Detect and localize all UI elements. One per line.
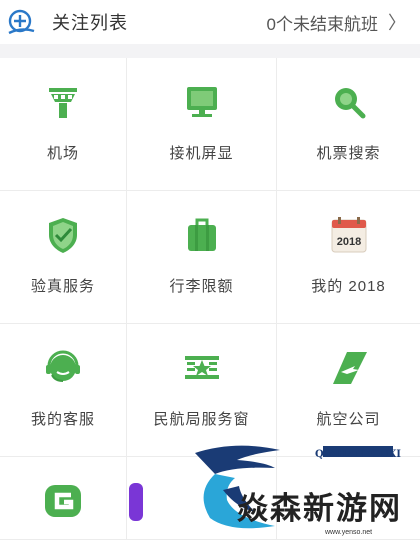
grid-item-label: 航空公司 [316,411,381,428]
watermark-en-text: QINHANYOUXI [315,449,401,460]
grid-item-label: 我的 2018 [311,278,386,295]
caac-emblem-icon [184,356,219,379]
grid-item-g-app[interactable] [0,457,127,540]
calendar-badge-text: 2018 [336,236,360,248]
flight-follow-icon[interactable] [6,8,36,38]
unfinished-flights-count: 0个未结束航班 [266,14,378,34]
grid-item-my-2018[interactable]: 2018 我的 2018 [277,191,420,324]
grid-item-airport[interactable]: 机场 [0,58,127,191]
chevron-right-icon: 〉 [388,13,406,33]
grid-item-ticket-search[interactable]: 机票搜索 [277,58,420,191]
headset-icon [46,350,80,382]
grid-item-label: 验真服务 [30,278,95,295]
airline-tail-icon [332,352,367,384]
grid-item-label: 我的客服 [30,411,95,428]
monitor-icon [186,87,217,117]
grid-item-arrival-display[interactable]: 接机屏显 [127,58,277,191]
calendar-icon: 2018 [331,217,366,253]
grid-item-label: 机票搜索 [316,145,381,162]
shield-check-icon [49,218,77,253]
grid-item-label: 行李限额 [169,278,234,295]
luggage-icon [187,218,216,251]
grid-item-label: 机场 [46,145,79,162]
grid-item-customer-service[interactable]: 我的客服 [0,324,127,457]
grid-item-verification[interactable]: 验真服务 [0,191,127,324]
grid-item-baggage-allowance[interactable]: 行李限额 [127,191,277,324]
watermark-name: 焱森新游网 [237,491,402,527]
g-logo-icon [45,485,81,517]
magnifier-icon [334,88,365,119]
page-title: 关注列表 [52,13,128,33]
control-tower-icon [49,88,77,118]
header-bar: 关注列表 0个未结束航班 〉 [0,0,420,44]
watermark-url: www.yenso.net [325,529,373,536]
grid-item-label: 接机屏显 [169,145,234,162]
unfinished-flights-link[interactable]: 0个未结束航班 〉 [267,9,406,35]
section-divider [0,44,420,58]
grid-item-label: 民航局服务窗 [153,411,250,428]
